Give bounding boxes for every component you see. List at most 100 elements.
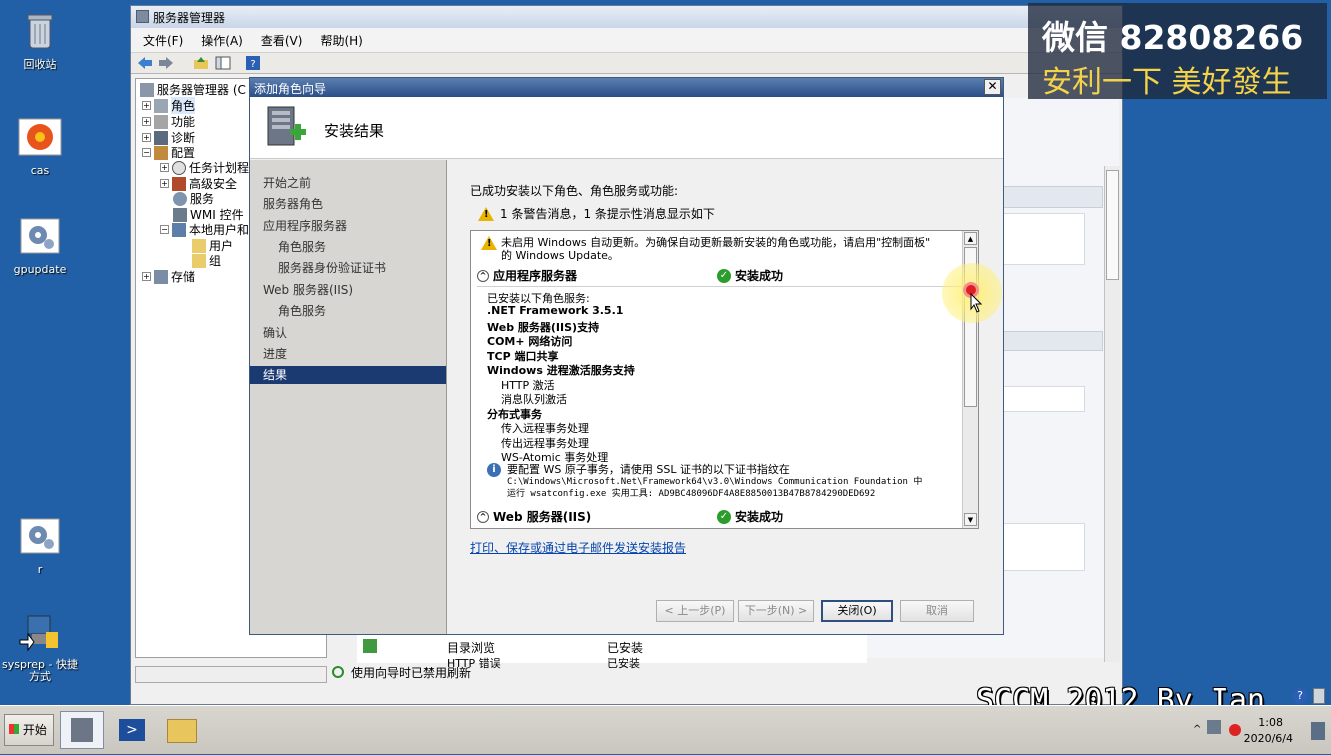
tree-label: 组 (209, 254, 222, 268)
wizard-step[interactable]: 服务器角色 (250, 195, 446, 213)
wizard-step[interactable]: 应用程序服务器 (250, 217, 446, 235)
success-check-icon: ✓ (717, 509, 731, 524)
tree-item-roles[interactable]: + 角色 (142, 97, 196, 114)
right-pane-scrollbar[interactable] (1104, 166, 1120, 662)
menu-action[interactable]: 操作(A) (201, 32, 243, 52)
tree-item-groups[interactable]: 组 (192, 252, 221, 269)
wizard-step-active[interactable]: 结果 (250, 366, 446, 384)
server-icon (140, 82, 154, 97)
scroll-up-icon[interactable]: ▲ (964, 232, 977, 245)
wizard-header: 安装结果 (250, 97, 1003, 159)
back-arrow-icon[interactable] (137, 56, 153, 70)
minimize-icon[interactable] (1313, 688, 1325, 704)
install-status: ✓ 安装成功 (717, 508, 783, 525)
cancel-button[interactable]: 取消 (900, 600, 974, 622)
chevron-up-icon[interactable]: ^ (477, 269, 489, 282)
help-icon[interactable]: ? (245, 56, 261, 70)
menu-file[interactable]: 文件(F) (143, 32, 183, 52)
wizard-step[interactable]: 角色服务 (250, 302, 446, 320)
tree-label: 服务 (190, 192, 215, 206)
expand-icon[interactable]: + (160, 163, 169, 172)
clock-date[interactable]: 2020/6/4 (1244, 732, 1293, 745)
warning-icon (481, 236, 497, 250)
collapse-icon[interactable]: − (160, 225, 169, 234)
wizard-step[interactable]: 确认 (250, 324, 446, 342)
start-button[interactable]: 开始 (4, 714, 54, 746)
desktop-icon-label: r (37, 563, 43, 576)
tree-item-task-scheduler[interactable]: + 任务计划程 (160, 159, 249, 176)
tree-item-local-users[interactable]: − 本地用户和 (160, 221, 249, 238)
wizard-step[interactable]: 进度 (250, 345, 446, 363)
clock-time[interactable]: 1:08 (1258, 716, 1283, 729)
tree-label: 功能 (171, 115, 196, 129)
diagnostics-icon (154, 130, 168, 145)
wizard-step[interactable]: 开始之前 (250, 174, 446, 192)
tree-item-features[interactable]: + 功能 (142, 113, 195, 130)
tree-item-storage[interactable]: + 存储 (142, 268, 195, 285)
desktop-icon-sysprep[interactable]: sysprep - 快捷方式 (0, 612, 80, 683)
close-button[interactable]: 关闭(O) (821, 600, 893, 622)
info-icon: i (487, 463, 501, 477)
desktop-icon-label: cas (30, 164, 50, 177)
collapse-icon[interactable]: − (142, 148, 151, 157)
tree-root-label: 服务器管理器 (C (157, 83, 246, 97)
role-service-status: 已安装 (607, 641, 644, 655)
next-button[interactable]: 下一步(N) > (738, 600, 814, 622)
taskbar-explorer[interactable] (160, 711, 204, 749)
help-icon[interactable]: ? (1292, 688, 1308, 704)
wechat-contact: 微信 82808266 (1042, 18, 1304, 57)
section-app-server[interactable]: ^ 应用程序服务器 (477, 267, 577, 284)
taskbar-powershell[interactable]: > (110, 711, 154, 749)
clock-icon (172, 160, 186, 175)
tree-root[interactable]: 服务器管理器 (C (140, 81, 246, 98)
wizard-content: 已成功安装以下角色、角色服务或功能: 1 条警告消息，1 条提示性消息显示如下 … (448, 160, 1003, 634)
roles-icon (154, 98, 168, 113)
desktop-icon-r[interactable]: r (0, 517, 80, 576)
close-icon[interactable]: ✕ (984, 79, 1001, 95)
desktop-icon-label: sysprep - 快捷方式 (2, 658, 78, 683)
tray-expand-icon[interactable]: ^ (1193, 724, 1201, 735)
show-hide-tree-icon[interactable] (215, 56, 231, 70)
expand-icon[interactable]: + (142, 117, 151, 126)
taskbar-server-manager[interactable] (60, 711, 104, 749)
folder-icon (192, 238, 206, 253)
menu-view[interactable]: 查看(V) (261, 32, 303, 52)
watermark-overlay: 微信 82808266 安利一下 美好發生 (1028, 3, 1327, 100)
action-center-icon[interactable] (1229, 724, 1241, 736)
expand-icon[interactable]: + (142, 133, 151, 142)
menu-help[interactable]: 帮助(H) (320, 32, 362, 52)
desktop-icon-recycle-bin[interactable]: 回收站 (0, 12, 80, 71)
wizard-step[interactable]: Web 服务器(IIS) (250, 281, 446, 299)
tree-horizontal-scrollbar[interactable] (135, 666, 327, 683)
tree-label: 任务计划程 (189, 161, 250, 175)
show-desktop-icon[interactable] (1311, 722, 1325, 740)
status-text: 使用向导时已禁用刷新 (351, 665, 472, 680)
section-web-server[interactable]: ^ Web 服务器(IIS) (477, 508, 591, 525)
server-manager-titlebar[interactable]: 服务器管理器 (131, 6, 1122, 28)
chevron-up-icon[interactable]: ^ (477, 510, 489, 523)
role-service-name: 目录浏览 (447, 641, 496, 655)
wizard-step[interactable]: 角色服务 (250, 238, 446, 256)
up-folder-icon[interactable] (193, 56, 209, 70)
server-manager-toolbar: ? (131, 52, 1122, 74)
forward-arrow-icon[interactable] (158, 56, 174, 70)
installed-service-item: .NET Framework 3.5.1 (487, 304, 624, 317)
tree-item-services[interactable]: 服务 (173, 190, 214, 207)
expand-icon[interactable]: + (160, 179, 169, 188)
scrollbar-thumb[interactable] (1106, 170, 1119, 280)
back-button[interactable]: < 上一步(P) (656, 600, 734, 622)
scroll-down-icon[interactable]: ▼ (964, 513, 977, 526)
install-report-link[interactable]: 打印、保存或通过电子邮件发送安装报告 (470, 539, 686, 556)
desktop-icon-cas[interactable]: cas (0, 118, 80, 177)
expand-icon[interactable]: + (142, 101, 151, 110)
wizard-step[interactable]: 服务器身份验证证书 (250, 259, 446, 277)
server-add-icon (267, 106, 306, 146)
wizard-titlebar[interactable]: 添加角色向导 ✕ (250, 78, 1003, 97)
tree-label: 本地用户和 (189, 223, 250, 237)
expand-icon[interactable]: + (142, 272, 151, 281)
windows-logo-icon (9, 724, 19, 734)
desktop-icon-gpupdate[interactable]: gpupdate (0, 217, 80, 276)
system-tray: ^ 1:08 2020/6/4 (1181, 706, 1331, 755)
network-icon[interactable] (1207, 720, 1221, 734)
wizard-page-title: 安装结果 (324, 122, 385, 140)
